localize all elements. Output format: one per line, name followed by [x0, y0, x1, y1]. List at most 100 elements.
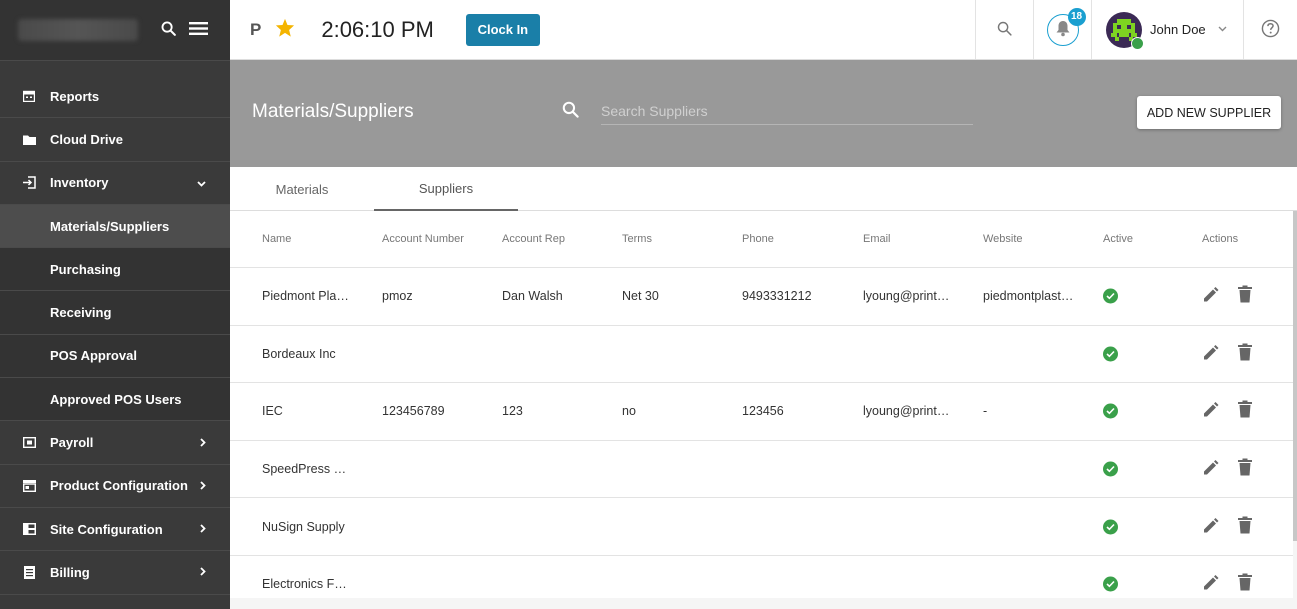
tabs: Materials Suppliers: [230, 167, 1297, 211]
table-row[interactable]: IEC 123456789 123 no 123456 lyoung@print…: [230, 383, 1293, 441]
sidebar-item-materials-suppliers[interactable]: Materials/Suppliers: [0, 204, 230, 249]
table-row[interactable]: Electronics Fo…: [230, 556, 1293, 598]
sidebar-item-billing[interactable]: Billing: [0, 551, 230, 595]
sidebar-item-label: Approved POS Users: [50, 391, 182, 407]
sidebar-item-label: Inventory: [50, 175, 109, 191]
suppliers-table: Name Account Number Account Rep Terms Ph…: [230, 211, 1293, 598]
sidebar-item-payroll[interactable]: Payroll: [0, 421, 230, 465]
clock-in-button[interactable]: Clock In: [465, 13, 540, 46]
account-rep: Dan Walsh: [502, 289, 563, 304]
top-search-button[interactable]: [975, 0, 1033, 59]
active-check-icon: [1103, 461, 1118, 477]
phone: 9493331212: [742, 289, 812, 304]
sidebar-item-label: Materials/Suppliers: [50, 218, 170, 234]
sidebar-item-site-configuration[interactable]: Site Configuration: [0, 508, 230, 552]
sidebar-item-reports[interactable]: Reports: [0, 75, 230, 119]
online-status-icon: [1131, 36, 1144, 50]
chevron-down-icon: [197, 176, 206, 190]
sidebar-item-label: Cloud Drive: [50, 131, 123, 147]
edit-icon[interactable]: [1202, 343, 1220, 364]
folder-icon: [22, 132, 36, 146]
column-header-website[interactable]: Website: [983, 233, 1075, 245]
email: lyoung@print…: [863, 404, 950, 419]
supplier-name: IEC: [262, 404, 283, 419]
supplier-name: Piedmont Pla…: [262, 289, 349, 304]
edit-icon[interactable]: [1202, 401, 1220, 422]
clock-time: 2:06:10 PM: [321, 16, 434, 42]
sidebar-item-label: POS Approval: [50, 348, 137, 364]
edit-icon[interactable]: [1202, 516, 1220, 537]
table-row[interactable]: Piedmont Pla… pmoz Dan Walsh Net 30 9493…: [230, 268, 1293, 326]
tab-materials[interactable]: Materials: [230, 167, 374, 211]
column-header-active[interactable]: Active: [1103, 233, 1133, 245]
chevron-right-icon: [200, 479, 206, 493]
active-check-icon: [1103, 519, 1118, 535]
calendar-icon: [22, 89, 36, 103]
column-header-email[interactable]: Email: [863, 233, 951, 245]
sidebar-item-label: Billing: [50, 564, 90, 580]
sidebar-item-cloud-drive[interactable]: Cloud Drive: [0, 118, 230, 162]
help-button[interactable]: [1243, 0, 1297, 59]
edit-icon[interactable]: [1202, 574, 1220, 595]
table-row[interactable]: NuSign Supply: [230, 498, 1293, 556]
website: -: [983, 404, 988, 419]
edit-icon[interactable]: [1202, 286, 1220, 307]
p-label[interactable]: P: [250, 20, 261, 40]
column-header-phone[interactable]: Phone: [742, 233, 842, 245]
search-suppliers-input[interactable]: [601, 98, 973, 125]
sidebar-item-inventory[interactable]: Inventory: [0, 162, 230, 205]
delete-icon[interactable]: [1238, 516, 1252, 537]
avatar: [1106, 11, 1144, 50]
column-header-name[interactable]: Name: [262, 233, 350, 245]
supplier-name: Bordeaux Inc: [262, 346, 336, 361]
star-icon[interactable]: [275, 17, 295, 43]
website: piedmontplast…: [983, 289, 1074, 304]
sidebar-item-approved-pos-users[interactable]: Approved POS Users: [0, 378, 230, 422]
table-row[interactable]: Bordeaux Inc: [230, 326, 1293, 384]
top-bar: P 2:06:10 PM Clock In 18 John Doe: [230, 0, 1297, 60]
menu-icon[interactable]: [189, 21, 208, 39]
search-icon: [561, 100, 580, 122]
supplier-name: SpeedPress Si…: [262, 462, 350, 477]
table-header-row: Name Account Number Account Rep Terms Ph…: [230, 211, 1293, 268]
account-number: 123456789: [382, 404, 445, 419]
phone: 123456: [742, 404, 784, 419]
user-menu[interactable]: John Doe: [1091, 0, 1243, 59]
column-header-account-rep[interactable]: Account Rep: [502, 233, 602, 245]
column-header-actions: Actions: [1202, 233, 1239, 245]
delete-icon[interactable]: [1238, 285, 1252, 307]
search-icon[interactable]: [160, 20, 177, 40]
chevron-down-icon: [1218, 24, 1227, 35]
active-check-icon: [1103, 288, 1118, 304]
sidebar-item-receiving[interactable]: Receiving: [0, 291, 230, 335]
table-row[interactable]: SpeedPress Si…: [230, 441, 1293, 499]
sidebar-item-label: Product Configuration: [50, 478, 188, 494]
sidebar-item-label: Payroll: [50, 435, 94, 451]
company-logo: [18, 19, 138, 41]
table-scrollbar[interactable]: [1293, 211, 1297, 541]
column-header-terms[interactable]: Terms: [622, 233, 722, 245]
email: lyoung@print…: [863, 289, 950, 304]
column-header-account-number[interactable]: Account Number: [382, 233, 482, 245]
user-name: John Doe: [1150, 22, 1206, 37]
delete-icon[interactable]: [1238, 573, 1252, 595]
edit-icon[interactable]: [1202, 459, 1220, 480]
account-number: pmoz: [382, 289, 413, 304]
delete-icon[interactable]: [1238, 400, 1252, 422]
add-new-supplier-button[interactable]: ADD NEW SUPPLIER: [1137, 96, 1281, 129]
sidebar-item-pos-approval[interactable]: POS Approval: [0, 334, 230, 379]
tab-suppliers[interactable]: Suppliers: [374, 167, 518, 211]
chevron-right-icon: [200, 565, 206, 579]
delete-icon[interactable]: [1238, 458, 1252, 480]
notification-count-badge: 18: [1067, 7, 1086, 26]
grid-icon: [22, 522, 36, 536]
notifications-button[interactable]: 18: [1033, 0, 1091, 59]
search-icon: [996, 20, 1013, 40]
supplier-name: Electronics Fo…: [262, 577, 350, 592]
sidebar-item-product-configuration[interactable]: Product Configuration: [0, 465, 230, 508]
delete-icon[interactable]: [1238, 343, 1252, 364]
payroll-icon: [22, 436, 36, 450]
supplier-name: NuSign Supply: [262, 519, 345, 534]
sidebar-item-purchasing[interactable]: Purchasing: [0, 248, 230, 292]
login-icon: [22, 176, 36, 190]
